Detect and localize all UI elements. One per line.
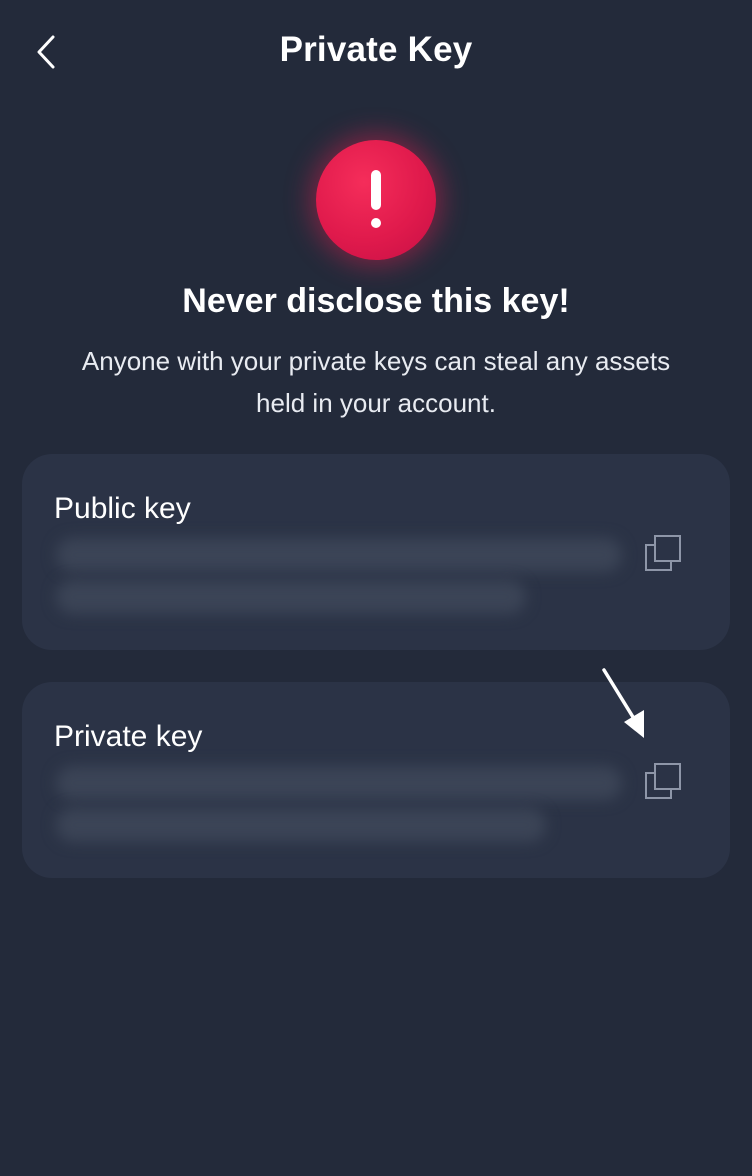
warning-text: Anyone with your private keys can steal …	[81, 346, 671, 418]
copy-private-key-button[interactable]	[644, 762, 682, 800]
private-key-value-redacted	[56, 808, 546, 842]
public-key-label: Public key	[54, 492, 191, 525]
pointer-arrow-icon	[602, 668, 644, 738]
private-key-label: Private key	[54, 720, 203, 753]
header: Private Key	[0, 0, 752, 104]
copy-icon	[645, 535, 681, 571]
exclamation-icon	[316, 140, 436, 260]
public-key-value-redacted	[56, 538, 622, 572]
public-key-card: Public key	[22, 454, 730, 650]
page-title: Private Key	[279, 30, 473, 69]
copy-icon	[645, 763, 681, 799]
copy-public-key-button[interactable]	[644, 534, 682, 572]
private-key-value-redacted	[56, 766, 622, 800]
public-key-value-redacted	[56, 580, 526, 614]
warning-title: Never disclose this key!	[182, 282, 570, 320]
